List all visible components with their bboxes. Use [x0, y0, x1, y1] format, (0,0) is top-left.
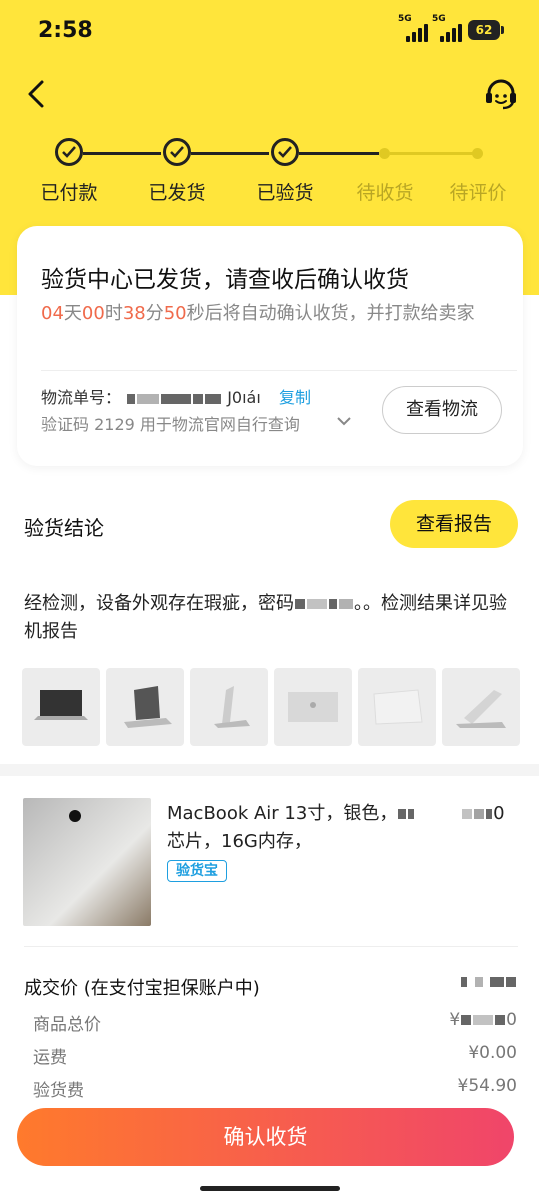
photo-thumbnail[interactable] [442, 668, 520, 746]
check-icon [55, 138, 83, 166]
view-logistics-button[interactable]: 查看物流 [382, 386, 502, 434]
step-label: 已付款 [40, 182, 98, 204]
check-icon [163, 138, 191, 166]
photo-thumbnail[interactable] [106, 668, 184, 746]
countdown-text: 04天00时38分50秒后将自动确认收货，并打款给卖家 [41, 303, 475, 324]
price-row-label: 运费 [33, 1048, 67, 1068]
section-title: 验货结论 [24, 516, 104, 540]
signal-label: 5G [432, 14, 446, 24]
photo-thumbnail[interactable] [22, 668, 100, 746]
divider [24, 946, 518, 947]
verification-code: 验证码 2129 用于物流官网自行查询 [41, 415, 300, 434]
signal-icon: 5G [432, 14, 462, 42]
pending-dot-icon [379, 148, 390, 159]
section-separator [0, 764, 539, 776]
view-report-button[interactable]: 查看报告 [390, 500, 518, 548]
photo-thumbnail[interactable] [190, 668, 268, 746]
product-image[interactable] [23, 798, 151, 926]
card-title: 验货中心已发货，请查收后确认收货 [41, 267, 409, 293]
price-row-value: ¥54.90 [457, 1076, 517, 1096]
photo-thumbnail[interactable] [274, 668, 352, 746]
step-label: 已验货 [256, 182, 314, 204]
price-row-value: ¥0 [449, 1010, 517, 1030]
countdown-hours: 00 [81, 303, 105, 324]
product-title[interactable]: MacBook Air 13寸，银色， 0 芯片，16G内存， [167, 800, 517, 856]
battery-icon: 62 [468, 20, 504, 40]
photo-thumbnail[interactable] [358, 668, 436, 746]
step-label: 待评价 [449, 182, 507, 204]
copy-button[interactable]: 复制 [279, 384, 311, 408]
countdown-days: 04 [41, 303, 64, 324]
deal-price-value [460, 972, 517, 992]
inspection-badge: 验货宝 [167, 860, 227, 882]
step-label: 待收货 [356, 182, 414, 204]
home-indicator[interactable] [200, 1186, 340, 1191]
chevron-down-icon[interactable] [335, 412, 353, 430]
status-time: 2:58 [38, 18, 93, 43]
price-row-value: ¥0.00 [468, 1043, 517, 1063]
price-row-label: 验货费 [33, 1081, 84, 1101]
back-arrow-icon[interactable] [22, 78, 54, 110]
order-progress: 已付款 已发货 已验货 待收货 待评价 [0, 138, 539, 208]
check-icon [271, 138, 299, 166]
deal-price-title: 成交价 (在支付宝担保账户中) [24, 978, 260, 999]
countdown-minutes: 38 [122, 303, 146, 324]
signal-icon: 5G [398, 14, 428, 42]
inspection-photos [22, 668, 522, 748]
logistics-number: 物流单号： J0ıáı [41, 388, 261, 407]
price-row-label: 商品总价 [33, 1015, 101, 1035]
step-label: 已发货 [148, 182, 206, 204]
pending-dot-icon [472, 148, 483, 159]
customer-service-icon[interactable] [482, 76, 520, 114]
signal-label: 5G [398, 14, 412, 24]
shipment-status-card: 验货中心已发货，请查收后确认收货 04天00时38分50秒后将自动确认收货，并打… [17, 226, 523, 466]
countdown-seconds: 50 [163, 303, 187, 324]
conclusion-text: 经检测，设备外观存在瑕疵，密码 。。检测结果详见验机报告 [24, 593, 507, 642]
confirm-receipt-button[interactable]: 确认收货 [17, 1108, 514, 1166]
divider [41, 370, 517, 371]
status-bar: 2:58 5G 5G 62 [0, 0, 539, 60]
